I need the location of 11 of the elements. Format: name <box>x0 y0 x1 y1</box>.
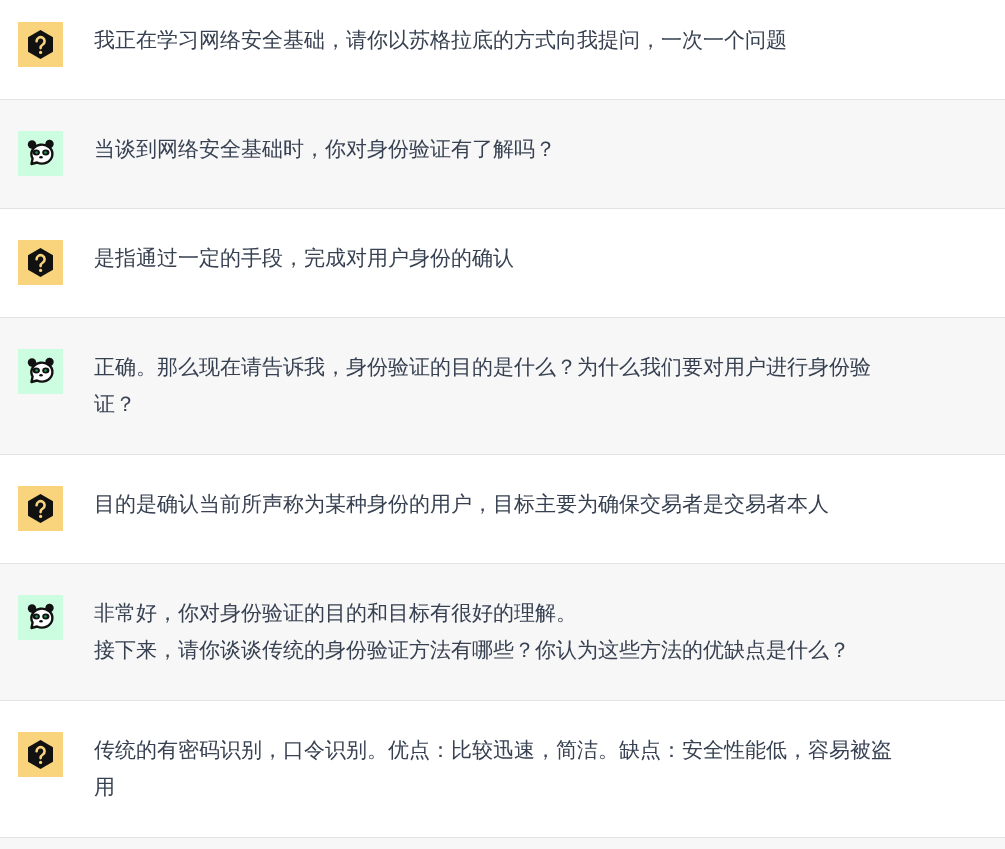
message-text: 正确。那么现在请告诉我，身份验证的目的是什么？为什么我们要对用户进行身份验证？ <box>94 354 872 417</box>
panda-icon <box>18 131 63 176</box>
message-text: 非常好，你对身份验证的目的和目标有很好的理解。 <box>94 600 578 626</box>
message-text: 我正在学习网络安全基础，请你以苏格拉底的方式向我提问，一次一个问题 <box>94 27 788 53</box>
message-text: 当谈到网络安全基础时，你对身份验证有了解吗？ <box>94 136 557 162</box>
message-text: 是指通过一定的手段，完成对用户身份的确认 <box>94 245 515 271</box>
message-text: 目的是确认当前所声称为某种身份的用户，目标主要为确保交易者是交易者本人 <box>94 491 830 517</box>
panda-icon <box>18 595 63 640</box>
message-text: 接下来，请你谈谈传统的身份验证方法有哪些？你认为这些方法的优缺点是什么？ <box>94 636 851 663</box>
message-text: 传统的有密码识别，口令识别。优点：比较迅速，简洁。缺点：安全性能低，容易被盗用 <box>94 737 893 800</box>
panda-icon <box>18 349 63 394</box>
